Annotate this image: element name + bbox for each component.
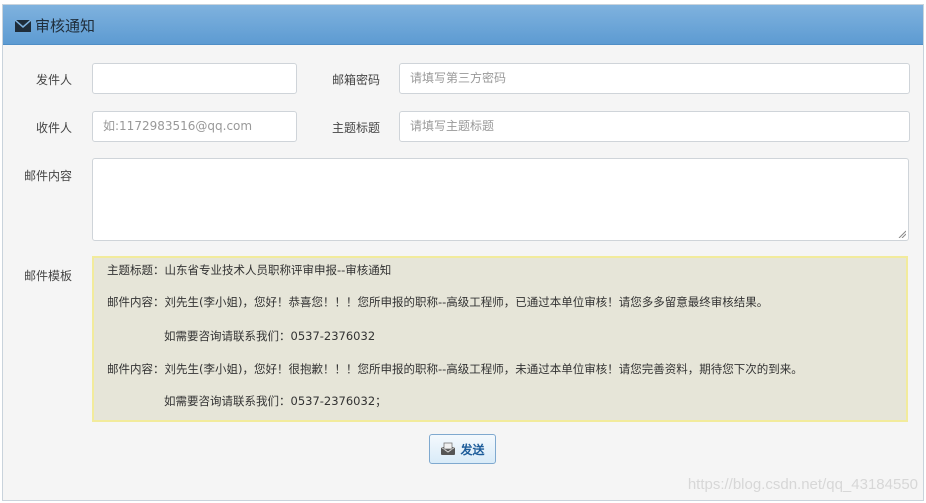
recipient-input[interactable]: 如:1172983516@qq.com: [92, 111, 297, 142]
email-template-box: 主题标题：山东省专业技术人员职称评审申报--审核通知 邮件内容：刘先生(李小姐)…: [92, 256, 908, 422]
watermark: https://blog.csdn.net/qq_43184550: [687, 476, 918, 493]
email-password-label: 邮箱密码: [331, 73, 380, 87]
send-button-label: 发送: [460, 442, 485, 457]
template-rejected-line: 邮件内容：刘先生(李小姐)，您好！很抱歉！！！您所申报的职称--高级工程师，未通…: [107, 362, 803, 376]
content-label: 邮件内容: [23, 169, 72, 183]
template-contact-line: 如需要咨询请联系我们：0537-2376032: [164, 329, 376, 343]
template-contact-line: 如需要咨询请联系我们：0537-2376032；: [164, 394, 387, 408]
template-subject-line: 主题标题：山东省专业技术人员职称评审申报--审核通知: [107, 263, 392, 277]
sender-input[interactable]: [92, 63, 297, 94]
recipient-label: 收件人: [35, 121, 72, 135]
panel-title: 审核通知: [15, 15, 95, 36]
resize-grip-icon[interactable]: [898, 230, 906, 238]
subject-input[interactable]: 请填写主题标题: [399, 111, 910, 142]
panel-title-text: 审核通知: [35, 17, 96, 35]
template-approved-line: 邮件内容：刘先生(李小姐)，您好！恭喜您！！！您所申报的职称--高级工程师，已通…: [107, 295, 769, 309]
email-password-input[interactable]: 请填写第三方密码: [399, 63, 910, 94]
subject-label: 主题标题: [331, 121, 380, 135]
send-button[interactable]: 发送: [429, 434, 496, 464]
send-mail-icon: [441, 442, 456, 455]
template-label: 邮件模板: [23, 269, 72, 283]
panel-header: 审核通知: [3, 5, 923, 45]
sender-label: 发件人: [35, 73, 72, 87]
content-textarea[interactable]: [92, 158, 909, 241]
envelope-icon: [15, 19, 31, 32]
